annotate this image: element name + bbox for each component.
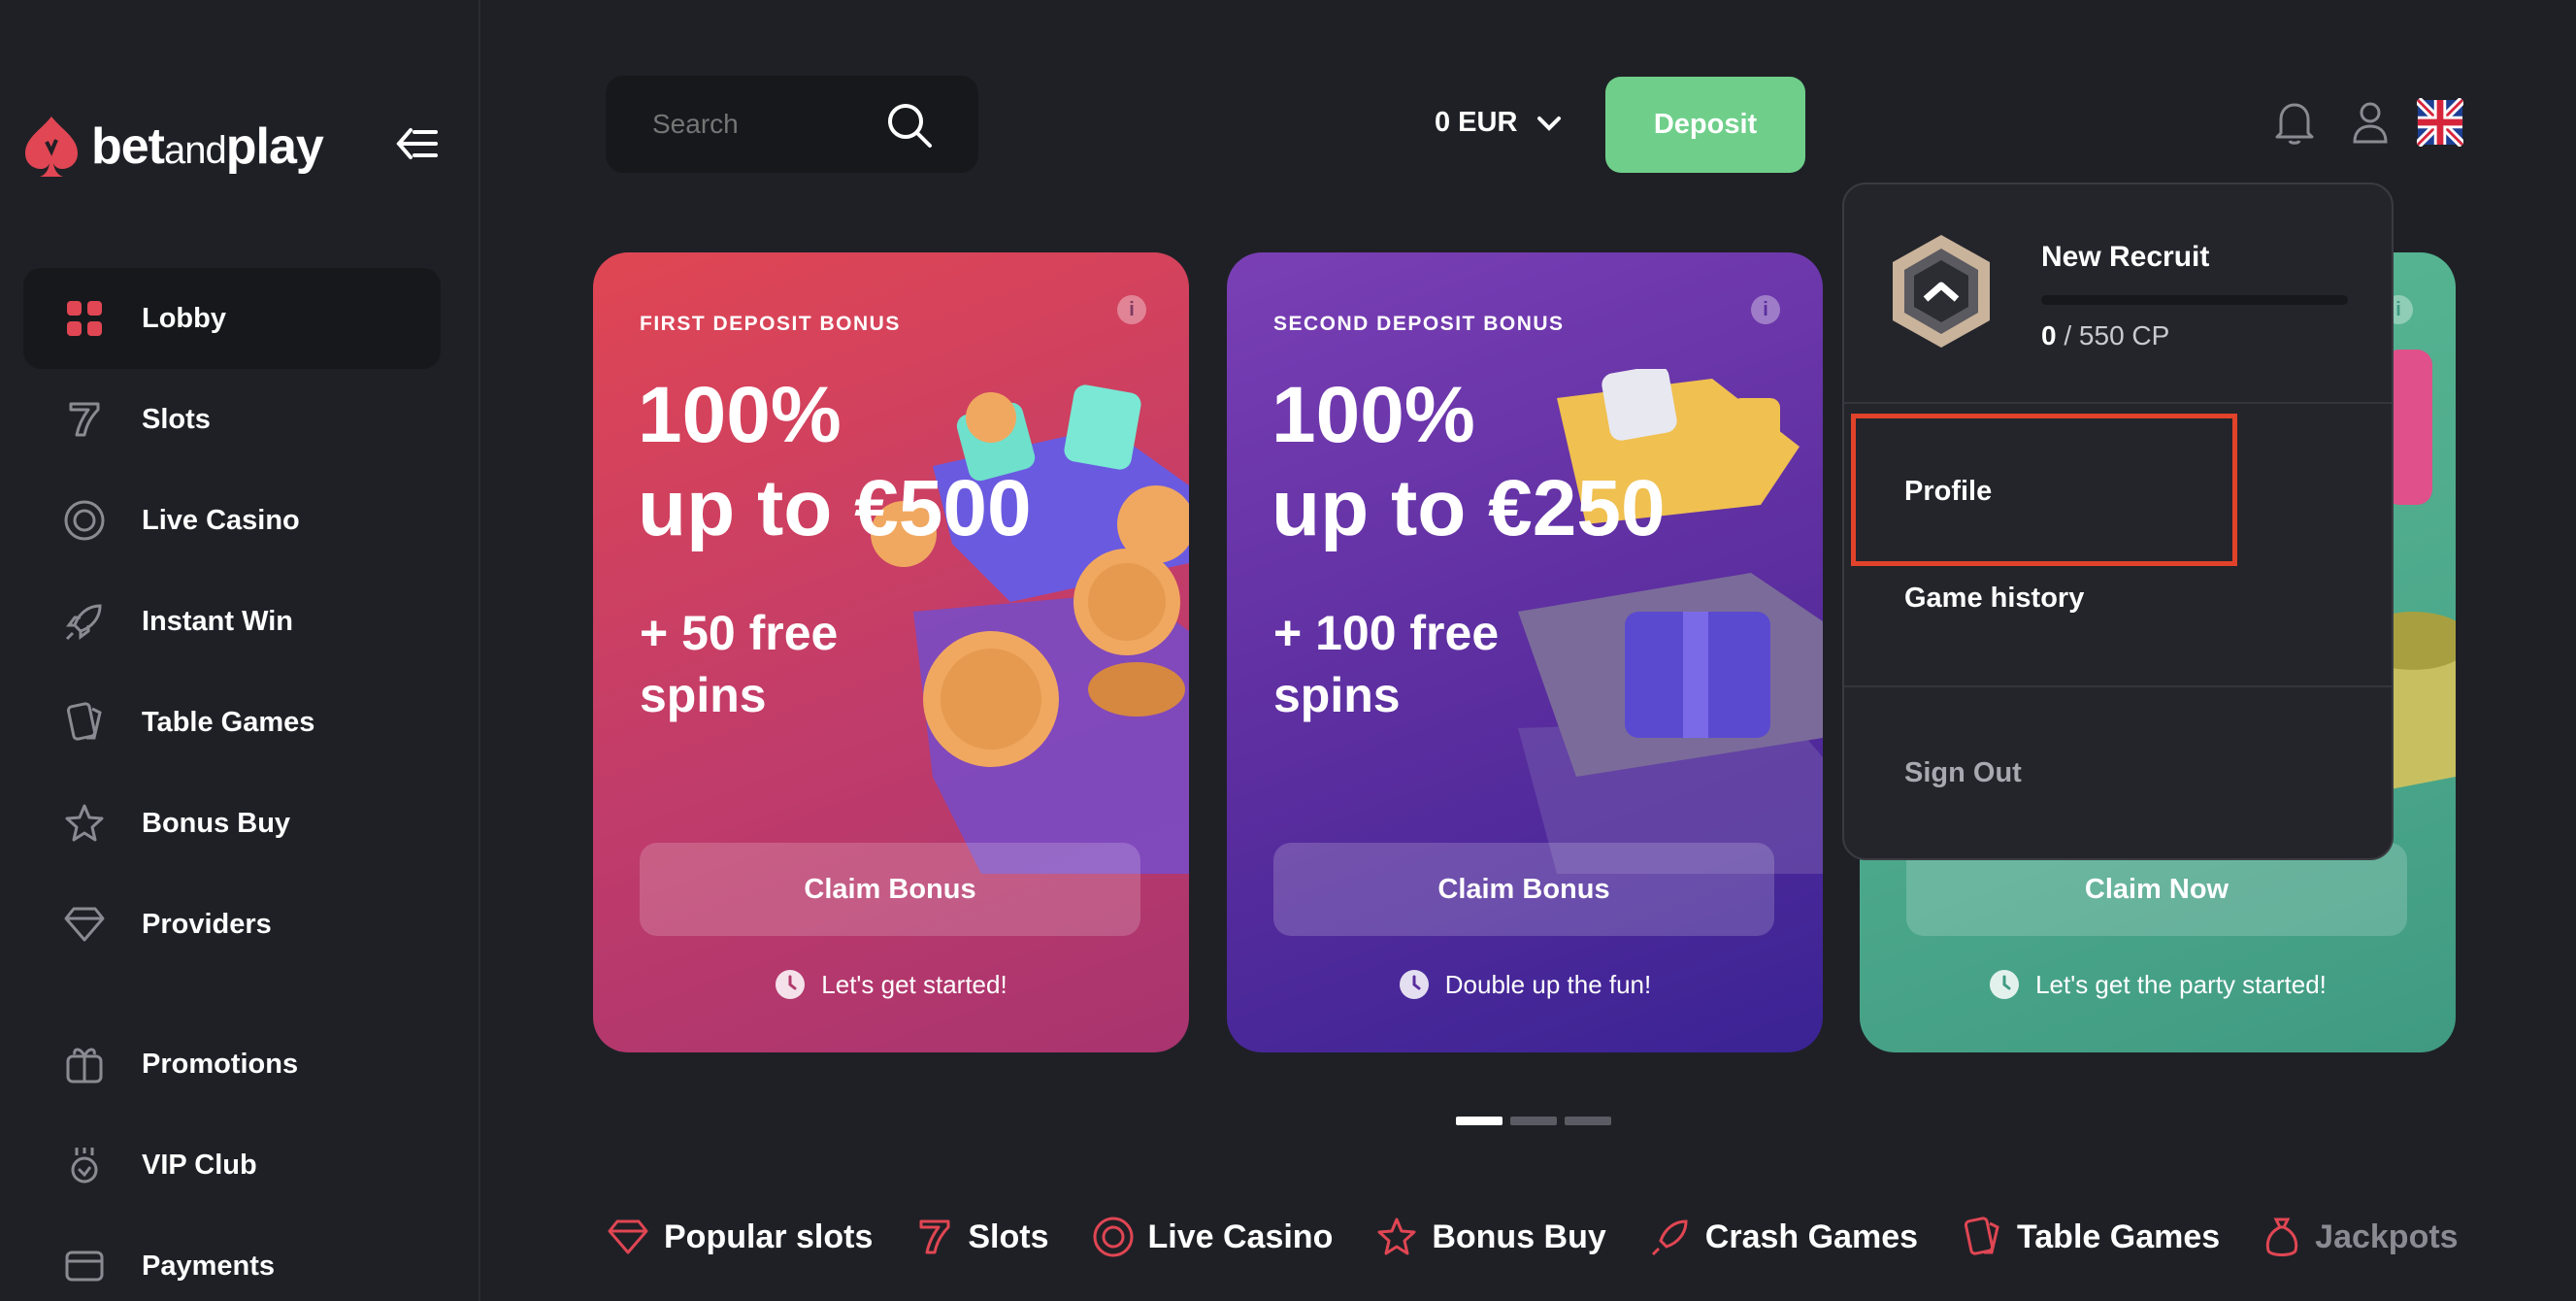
balance-selector[interactable]: 0 EUR [1435, 107, 1562, 139]
search-icon[interactable] [885, 101, 934, 154]
seven-icon [62, 397, 107, 442]
sidebar: betandplay Lobby Slots Live Casino Insta… [0, 0, 480, 1301]
sidebar-item-payments[interactable]: Payments [23, 1216, 441, 1301]
category-popular-slots[interactable]: Popular slots [606, 1218, 873, 1256]
menu-item-sign-out[interactable]: Sign Out [1904, 757, 2022, 789]
rank-progress-bar [2041, 295, 2348, 305]
balance-amount: 0 EUR [1435, 107, 1518, 138]
category-crash-games[interactable]: Crash Games [1649, 1216, 1918, 1258]
card-kicker: SECOND DEPOSIT BONUS [1273, 313, 1565, 335]
rank-badge-icon [1893, 235, 1990, 348]
card-headline: 100% up to €500 [638, 371, 1032, 552]
sidebar-item-instant-win[interactable]: Instant Win [23, 571, 441, 672]
category-bar: Popular slots Slots Live Casino Bonus Bu… [606, 1216, 2459, 1258]
sidebar-item-label: Instant Win [142, 605, 294, 637]
category-bonus-buy[interactable]: Bonus Buy [1375, 1216, 1606, 1258]
rank-points: 0 / 550 CP [2041, 320, 2170, 350]
sidebar-item-providers[interactable]: Providers [23, 874, 441, 975]
sidebar-item-live-casino[interactable]: Live Casino [23, 470, 441, 571]
user-icon[interactable] [2347, 97, 2394, 148]
card-headline: 100% up to €250 [1271, 371, 1666, 552]
profile-highlight-box [1851, 414, 2237, 566]
rank-name: New Recruit [2041, 241, 2210, 273]
sidebar-item-label: Table Games [142, 706, 315, 738]
collapse-sidebar-icon[interactable] [393, 122, 442, 165]
chip-icon [62, 498, 107, 543]
menu-divider [1844, 402, 2392, 404]
card-tagline: Double up the fun! [1227, 969, 1823, 1000]
grid-icon [62, 296, 107, 341]
sidebar-item-vip-club[interactable]: VIP Club [23, 1115, 441, 1216]
clock-icon [776, 970, 806, 999]
card-kicker: FIRST DEPOSIT BONUS [640, 313, 901, 335]
vip-icon [62, 1143, 107, 1187]
chevron-down-icon [1537, 116, 1562, 131]
info-icon[interactable]: i [1751, 295, 1780, 324]
seven-icon [919, 1219, 950, 1254]
sidebar-item-lobby[interactable]: Lobby [23, 268, 441, 369]
clock-icon [1399, 970, 1429, 999]
carousel-pagination [1456, 1117, 1611, 1125]
bell-icon[interactable] [2271, 97, 2318, 148]
search-input[interactable] [652, 109, 875, 140]
diamond-icon [62, 902, 107, 947]
card-subline: + 50 free spins [640, 606, 839, 722]
sidebar-item-label: Promotions [142, 1048, 299, 1080]
carousel-dot[interactable] [1565, 1117, 1611, 1125]
spade-logo-icon [25, 117, 78, 177]
card-icon [62, 1244, 107, 1288]
sidebar-item-label: Bonus Buy [142, 807, 291, 839]
menu-divider [1844, 685, 2392, 687]
diamond-icon [608, 1219, 648, 1254]
card-subline: + 100 free spins [1273, 606, 1500, 722]
card-tagline: Let's get started! [593, 969, 1189, 1000]
sidebar-item-promotions[interactable]: Promotions [23, 1014, 441, 1115]
cards-icon [1964, 1217, 1999, 1255]
info-icon[interactable]: i [1117, 295, 1146, 324]
menu-item-game-history[interactable]: Game history [1904, 583, 2084, 615]
deposit-button[interactable]: Deposit [1605, 77, 1805, 173]
sidebar-item-bonus-buy[interactable]: Bonus Buy [23, 773, 441, 874]
sidebar-item-label: VIP Club [142, 1149, 257, 1181]
money-bag-icon [2266, 1218, 2298, 1256]
carousel-dot[interactable] [1456, 1117, 1503, 1125]
gift-icon [62, 1042, 107, 1086]
category-jackpots[interactable]: Jackpots [2262, 1216, 2459, 1258]
sidebar-item-label: Providers [142, 908, 272, 940]
sidebar-item-label: Live Casino [142, 504, 300, 536]
category-live-casino[interactable]: Live Casino [1092, 1216, 1333, 1258]
clock-icon [1990, 970, 2020, 999]
search-box[interactable] [606, 76, 978, 173]
sidebar-item-table-games[interactable]: Table Games [23, 672, 441, 773]
cards-icon [62, 700, 107, 745]
sidebar-item-label: Slots [142, 403, 211, 435]
chip-icon [1093, 1217, 1133, 1257]
claim-bonus-button[interactable]: Claim Bonus [1273, 843, 1774, 936]
carousel-dot[interactable] [1510, 1117, 1557, 1125]
claim-bonus-button[interactable]: Claim Bonus [640, 843, 1140, 936]
category-slots[interactable]: Slots [915, 1216, 1049, 1258]
rocket-icon [62, 599, 107, 644]
star-icon [1377, 1218, 1416, 1255]
sidebar-item-slots[interactable]: Slots [23, 369, 441, 470]
brand-logo[interactable]: betandplay [21, 113, 324, 181]
sidebar-item-label: Payments [142, 1250, 276, 1282]
star-icon [62, 801, 107, 846]
sidebar-nav: Lobby Slots Live Casino Instant Win Tabl… [23, 268, 441, 1301]
card-tagline: Let's get the party started! [1860, 969, 2456, 1000]
promo-card-second-deposit[interactable]: SECOND DEPOSIT BONUS i 100% up to €250 +… [1227, 252, 1823, 1052]
rocket-icon [1651, 1219, 1688, 1256]
sidebar-item-label: Lobby [142, 302, 226, 334]
promo-card-first-deposit[interactable]: FIRST DEPOSIT BONUS i 100% up to €500 + … [593, 252, 1189, 1052]
brand-name: betandplay [91, 118, 324, 175]
uk-flag-icon[interactable] [2417, 97, 2463, 148]
category-table-games[interactable]: Table Games [1961, 1216, 2220, 1258]
